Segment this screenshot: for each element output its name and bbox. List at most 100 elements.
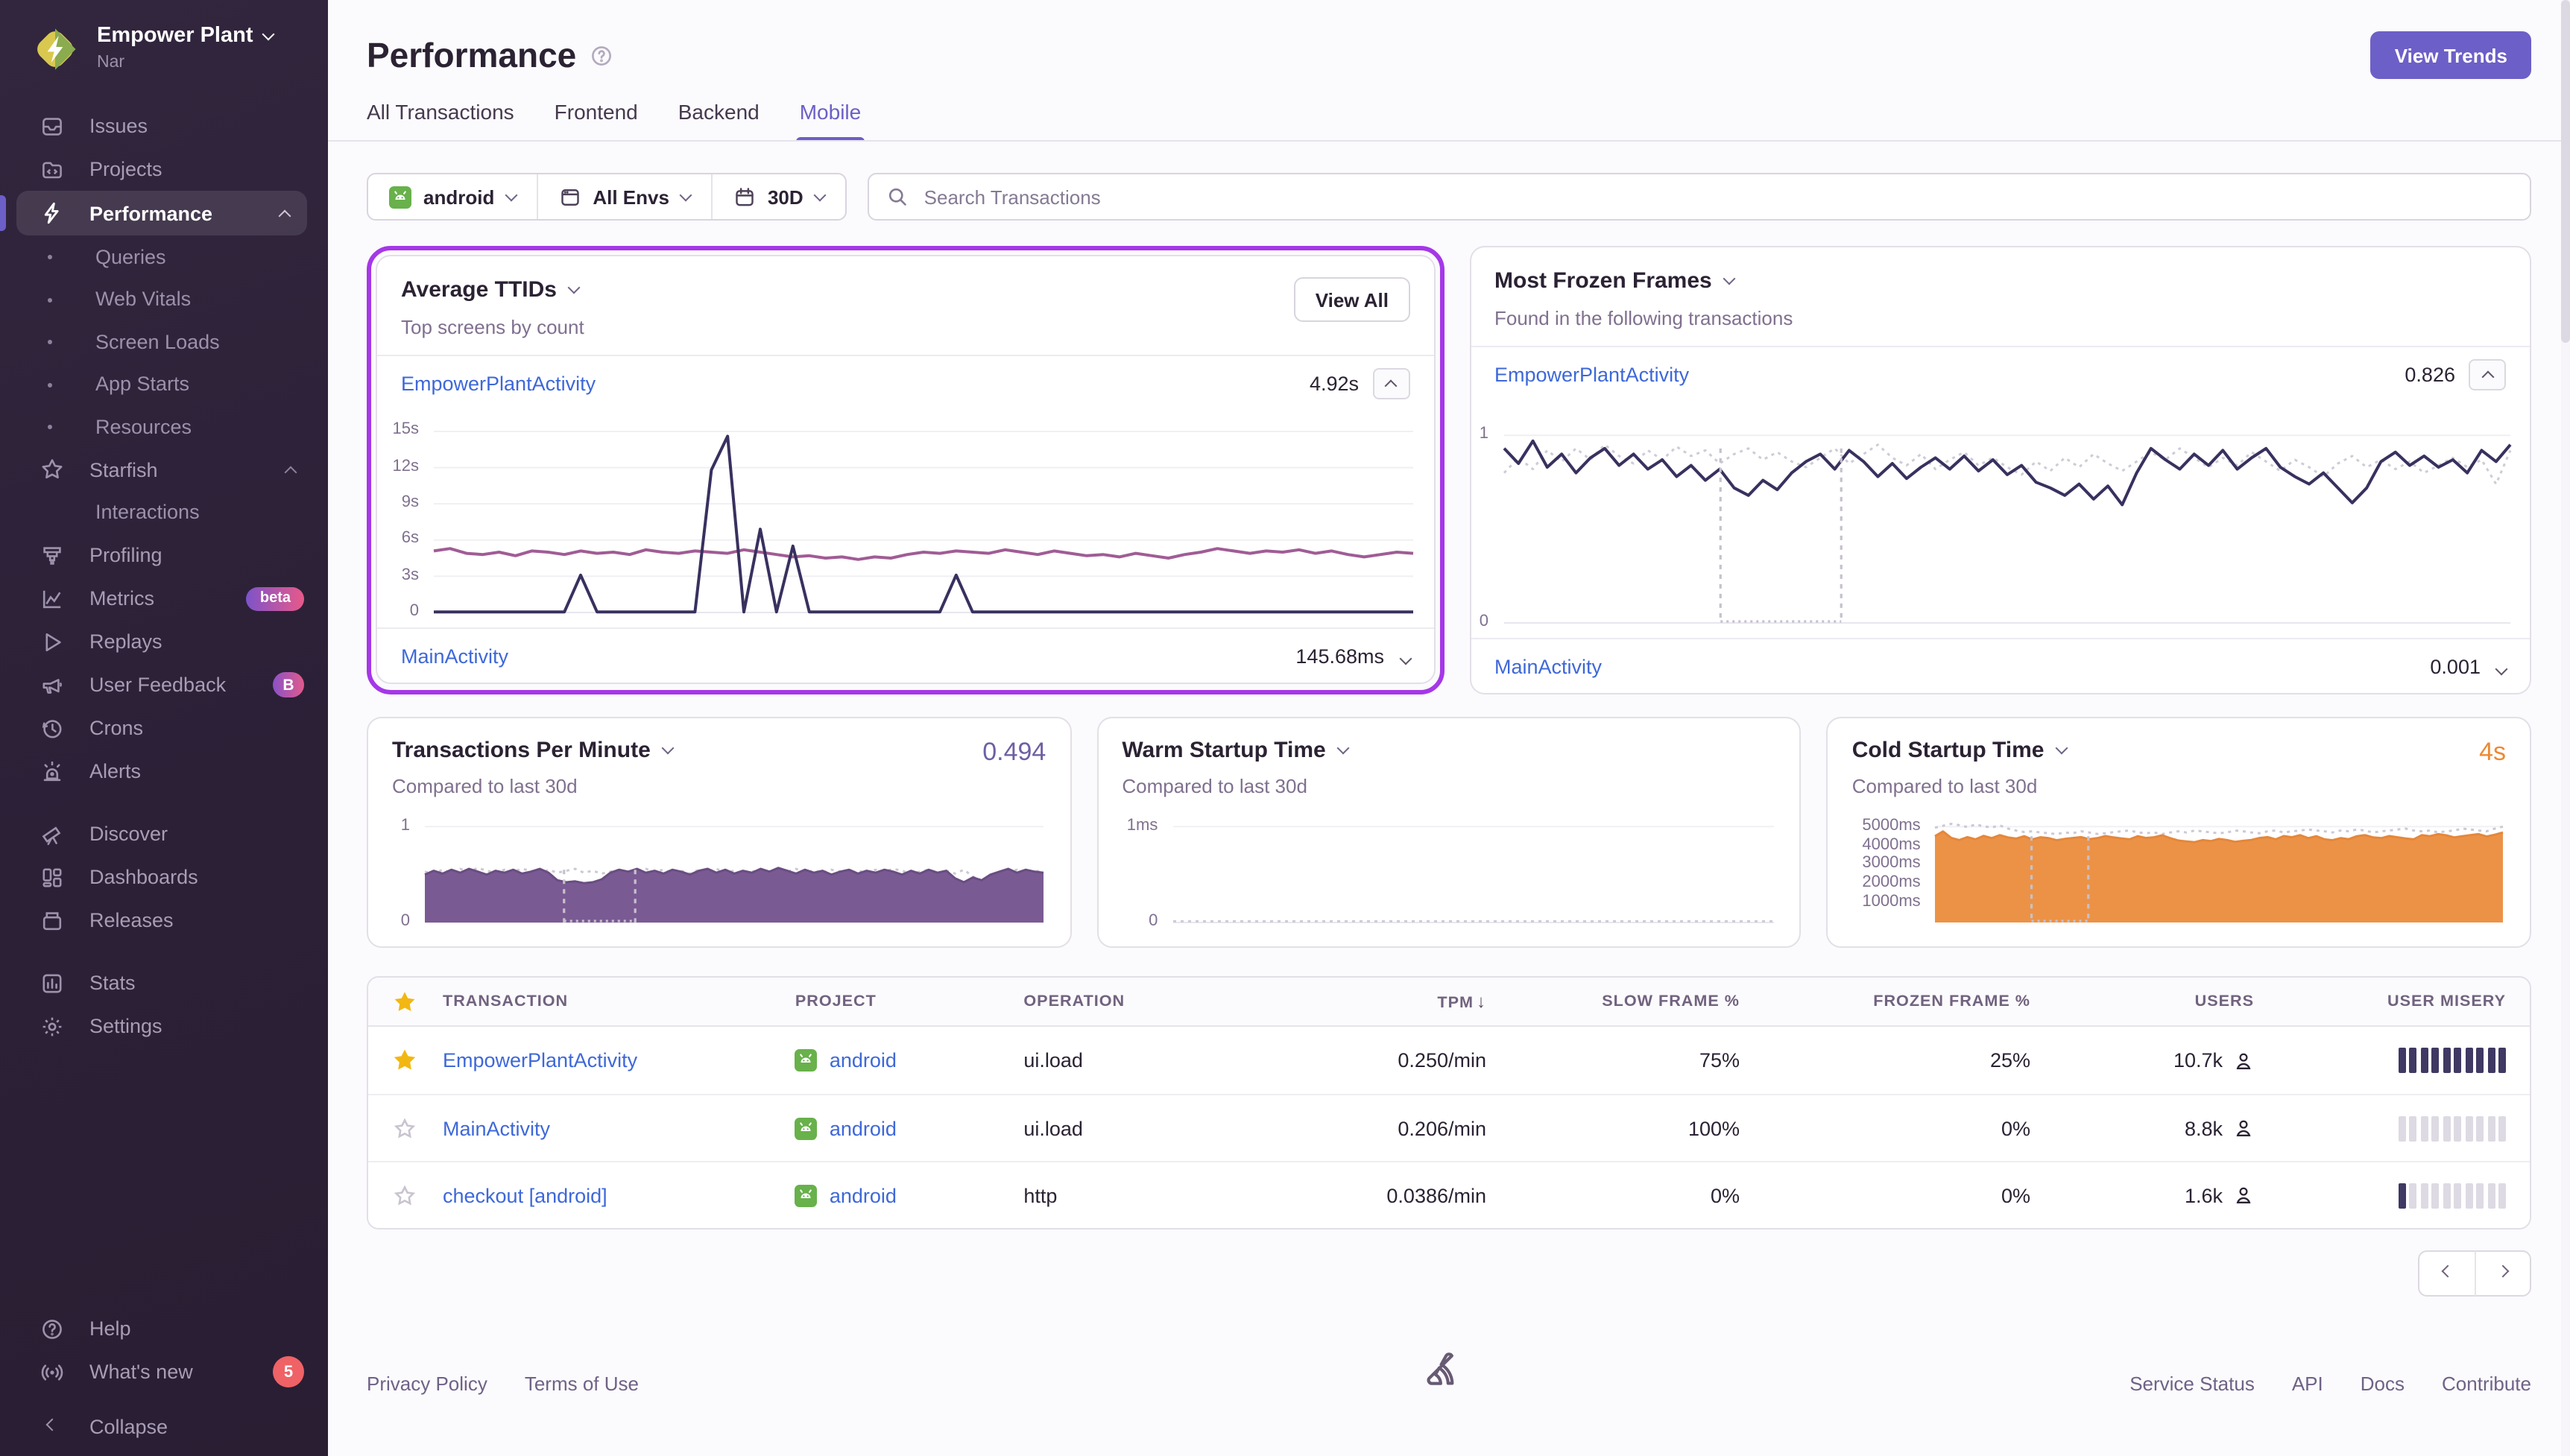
android-icon (389, 186, 411, 208)
sidebar-item-replays[interactable]: Replays (0, 620, 328, 663)
sidebar-item-resources[interactable]: Resources (0, 405, 328, 448)
tab-backend[interactable]: Backend (678, 100, 760, 142)
column-header-project[interactable]: PROJECT (795, 993, 1024, 1010)
sidebar-item-label: Profiling (89, 544, 162, 566)
slow-frame-cell: 100% (1501, 1117, 1755, 1139)
star-column-header[interactable] (368, 990, 440, 1013)
sidebar-item-starfish[interactable]: Starfish (0, 448, 328, 491)
project-cell[interactable]: android (795, 1117, 1024, 1139)
average-ttids-title[interactable]: Average TTIDs (401, 277, 584, 303)
scrollbar-thumb[interactable] (2561, 0, 2570, 343)
tab-mobile[interactable]: Mobile (800, 100, 862, 142)
project-cell[interactable]: android (795, 1184, 1024, 1206)
transaction-link[interactable]: MainActivity (443, 1117, 550, 1139)
org-switcher[interactable]: Empower Plant Nar (0, 0, 328, 75)
collapse-chart-button[interactable] (2469, 358, 2506, 390)
column-header-users[interactable]: USERS (2045, 993, 2269, 1010)
chevron-up-icon (279, 209, 291, 222)
sidebar-item-user-feedback[interactable]: User Feedback B (0, 663, 328, 706)
collapse-chart-button[interactable] (1372, 367, 1409, 399)
expand-chart-button[interactable] (1401, 645, 1409, 667)
date-range-filter[interactable]: 30D (711, 174, 845, 219)
contribute-link[interactable]: Contribute (2442, 1372, 2531, 1394)
android-icon (795, 1117, 818, 1139)
warm-startup-title[interactable]: Warm Startup Time (1122, 738, 1775, 763)
chevron-down-icon (662, 742, 675, 755)
frozen-frame-cell: 0% (1755, 1184, 2045, 1206)
performance-tabs: All Transactions Frontend Backend Mobile (367, 100, 2531, 142)
transaction-link[interactable]: checkout [android] (443, 1184, 607, 1206)
star-toggle[interactable] (368, 1049, 440, 1072)
sidebar-item-whats-new[interactable]: What's new 5 (0, 1350, 328, 1393)
issues-icon (39, 113, 64, 139)
sidebar-item-crons[interactable]: Crons (0, 706, 328, 750)
view-all-button[interactable]: View All (1295, 277, 1409, 322)
next-page-button[interactable] (2475, 1250, 2531, 1297)
sidebar-item-discover[interactable]: Discover (0, 812, 328, 855)
project-filter[interactable]: android (368, 174, 536, 219)
search-input[interactable] (921, 184, 2512, 209)
expand-chart-button[interactable] (2497, 655, 2506, 677)
column-header-frozen-frame[interactable]: FROZEN FRAME % (1755, 993, 2045, 1010)
sidebar-item-settings[interactable]: Settings (0, 1004, 328, 1048)
sidebar-item-interactions[interactable]: Interactions (0, 491, 328, 534)
average-ttids-subtitle: Top screens by count (401, 316, 584, 338)
transaction-link[interactable]: EmpowerPlantActivity (401, 372, 596, 394)
sidebar-collapse-button[interactable]: Collapse (0, 1413, 328, 1456)
tab-frontend[interactable]: Frontend (555, 100, 638, 142)
sidebar-item-releases[interactable]: Releases (0, 899, 328, 942)
sidebar-item-profiling[interactable]: Profiling (0, 534, 328, 577)
sidebar-item-screen-loads[interactable]: Screen Loads (0, 320, 328, 363)
users-cell: 8.8k (2045, 1117, 2269, 1139)
column-header-transaction[interactable]: TRANSACTION (440, 993, 795, 1010)
column-header-tpm[interactable]: TPM↓ (1278, 991, 1501, 1012)
transaction-link[interactable]: MainActivity (1494, 655, 1602, 677)
sidebar-item-dashboards[interactable]: Dashboards (0, 855, 328, 899)
broadcast-icon (39, 1359, 64, 1384)
sidebar-item-stats[interactable]: Stats (0, 961, 328, 1004)
most-frozen-frames-title[interactable]: Most Frozen Frames (1494, 268, 1793, 294)
prev-page-button[interactable] (2418, 1250, 2475, 1297)
star-toggle[interactable] (368, 1117, 440, 1139)
api-link[interactable]: API (2292, 1372, 2323, 1394)
view-trends-button[interactable]: View Trends (2371, 31, 2531, 79)
sidebar-item-alerts[interactable]: Alerts (0, 750, 328, 793)
operation-cell: ui.load (1023, 1049, 1278, 1072)
project-cell[interactable]: android (795, 1049, 1024, 1072)
environment-filter[interactable]: All Envs (536, 174, 711, 219)
sidebar-item-app-starts[interactable]: App Starts (0, 363, 328, 405)
transaction-link[interactable]: MainActivity (401, 645, 508, 667)
play-icon (39, 629, 64, 654)
highlight-ring: Average TTIDs Top screens by count View … (367, 246, 1444, 694)
active-indicator (0, 195, 6, 231)
column-header-user-misery[interactable]: USER MISERY (2269, 993, 2530, 1010)
sidebar-item-label: Dashboards (89, 866, 198, 888)
page-help-icon[interactable] (590, 44, 612, 66)
terms-of-use-link[interactable]: Terms of Use (525, 1372, 639, 1394)
scrollbar[interactable] (2561, 0, 2570, 1456)
sidebar-item-help[interactable]: Help (0, 1307, 328, 1350)
docs-link[interactable]: Docs (2361, 1372, 2405, 1394)
sidebar-item-queries[interactable]: Queries (0, 235, 328, 278)
warm-startup-subtitle: Compared to last 30d (1122, 775, 1775, 797)
sidebar-item-metrics[interactable]: Metrics beta (0, 577, 328, 620)
sidebar-item-label: Replays (89, 630, 162, 653)
service-status-link[interactable]: Service Status (2129, 1372, 2255, 1394)
star-toggle[interactable] (368, 1184, 440, 1206)
sidebar-item-projects[interactable]: Projects (0, 148, 328, 191)
privacy-policy-link[interactable]: Privacy Policy (367, 1372, 487, 1394)
footer: Privacy Policy Terms of Use Service Stat… (367, 1353, 2531, 1413)
transaction-link[interactable]: EmpowerPlantActivity (1494, 363, 1689, 385)
most-frozen-frames-chart: 10 (1503, 413, 2509, 623)
sidebar-item-issues[interactable]: Issues (0, 104, 328, 148)
cold-startup-title[interactable]: Cold Startup Time (1852, 738, 2506, 763)
tpm-title[interactable]: Transactions Per Minute (392, 738, 1046, 763)
sidebar-item-performance[interactable]: Performance (16, 191, 307, 235)
transaction-link[interactable]: EmpowerPlantActivity (443, 1049, 637, 1072)
sidebar-item-label: Issues (89, 115, 148, 137)
tab-all-transactions[interactable]: All Transactions (367, 100, 514, 142)
sidebar-item-web-vitals[interactable]: Web Vitals (0, 278, 328, 320)
chevron-down-icon (679, 189, 692, 201)
column-header-slow-frame[interactable]: SLOW FRAME % (1501, 993, 1755, 1010)
column-header-operation[interactable]: OPERATION (1023, 993, 1278, 1010)
